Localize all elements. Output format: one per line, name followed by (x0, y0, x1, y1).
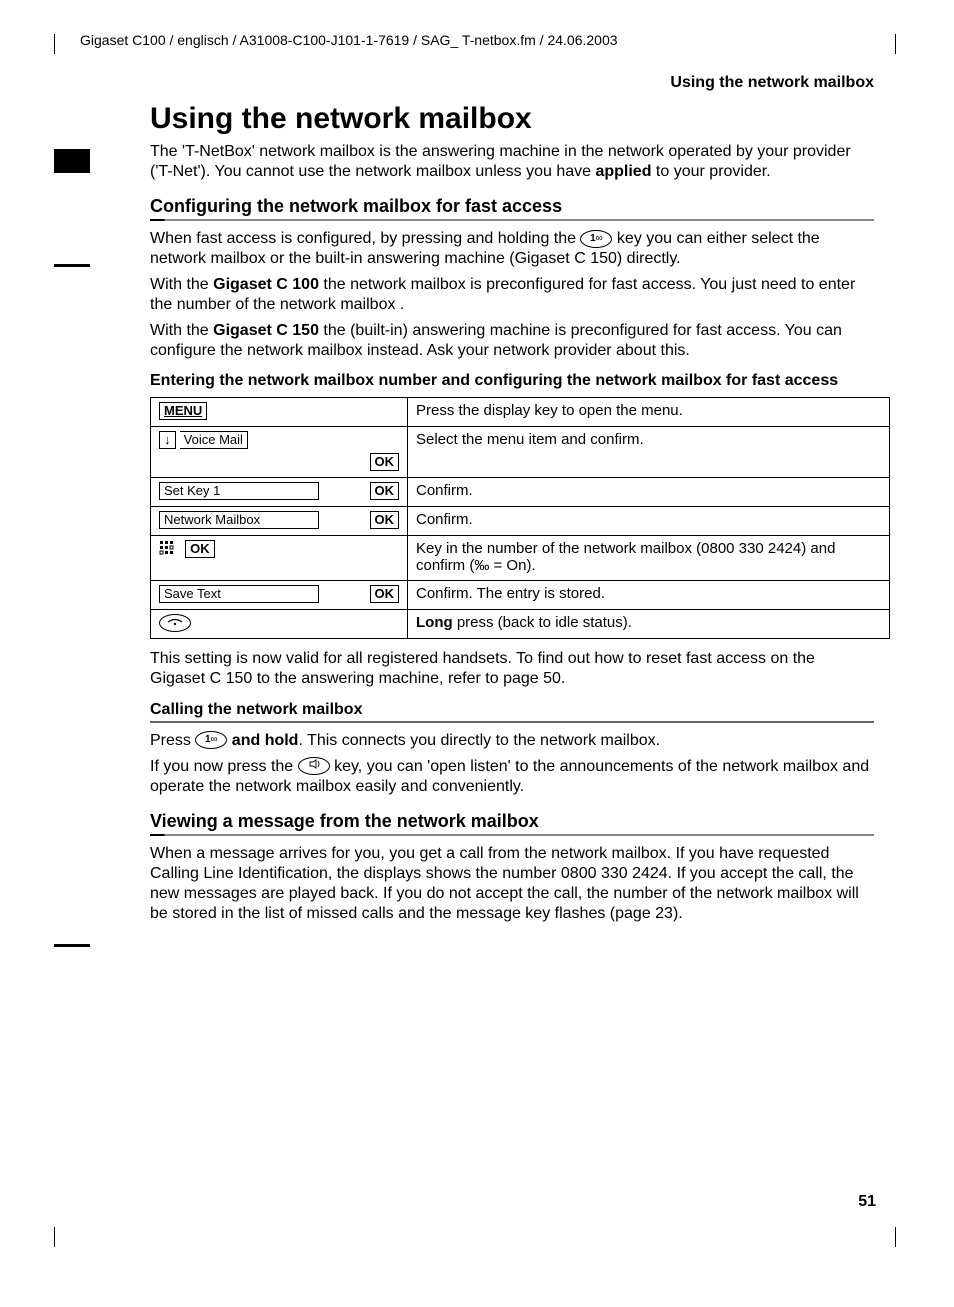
menu-item-setkey1: Set Key 1 (159, 482, 319, 500)
sec1-p1: When fast access is configured, by press… (150, 229, 874, 269)
menu-item-voicemail: Voice Mail (180, 431, 248, 449)
page-title: Using the network mailbox (150, 102, 894, 136)
table-row: OK Key in the number of the network mail… (151, 536, 890, 581)
key-1-icon: 1∞ (195, 731, 227, 749)
table-row: Long press (back to idle status). (151, 610, 890, 639)
sec2-p1: Press 1∞ and hold. This connects you dir… (150, 731, 874, 751)
menu-key: MENU (159, 402, 207, 420)
intro-paragraph: The 'T-NetBox' network mailbox is the an… (150, 142, 874, 182)
table-row: Set Key 1 OK Confirm. (151, 478, 890, 507)
key-1-icon: 1∞ (580, 230, 612, 248)
steps-table: MENU Press the display key to open the m… (150, 397, 890, 639)
ok-key: OK (185, 540, 215, 558)
sec2-p2: If you now press the key, you can 'open … (150, 757, 874, 797)
hangup-key-icon (159, 614, 191, 632)
ok-key: OK (370, 453, 400, 471)
menu-item-network-mailbox: Network Mailbox (159, 511, 319, 529)
ok-key: OK (370, 482, 400, 500)
subhead-calling: Calling the network mailbox (150, 701, 874, 719)
keypad-icon (159, 540, 177, 558)
ok-key: OK (370, 585, 400, 603)
section-viewing: Viewing a message from the network mailb… (150, 811, 874, 832)
sec1-subhead: Entering the network mailbox number and … (150, 371, 874, 391)
sec1-after: This setting is now valid for all regist… (150, 649, 874, 689)
table-row: Network Mailbox OK Confirm. (151, 507, 890, 536)
sec1-p2: With the Gigaset C 100 the network mailb… (150, 275, 874, 315)
header-trail: Gigaset C100 / englisch / A31008-C100-J1… (80, 26, 874, 48)
page-number: 51 (858, 1193, 876, 1211)
table-row: Save Text OK Confirm. The entry is store… (151, 581, 890, 610)
table-row: ↓ Voice Mail OK Select the menu item and… (151, 427, 890, 478)
table-row: MENU Press the display key to open the m… (151, 398, 890, 427)
speaker-key-icon (298, 757, 330, 775)
running-title: Using the network mailbox (60, 74, 874, 92)
menu-item-save-text: Save Text (159, 585, 319, 603)
ok-key: OK (370, 511, 400, 529)
section-configuring: Configuring the network mailbox for fast… (150, 196, 874, 217)
sec1-p3: With the Gigaset C 150 the (built-in) an… (150, 321, 874, 361)
down-arrow-icon: ↓ (159, 431, 176, 449)
sec3-p1: When a message arrives for you, you get … (150, 844, 874, 924)
